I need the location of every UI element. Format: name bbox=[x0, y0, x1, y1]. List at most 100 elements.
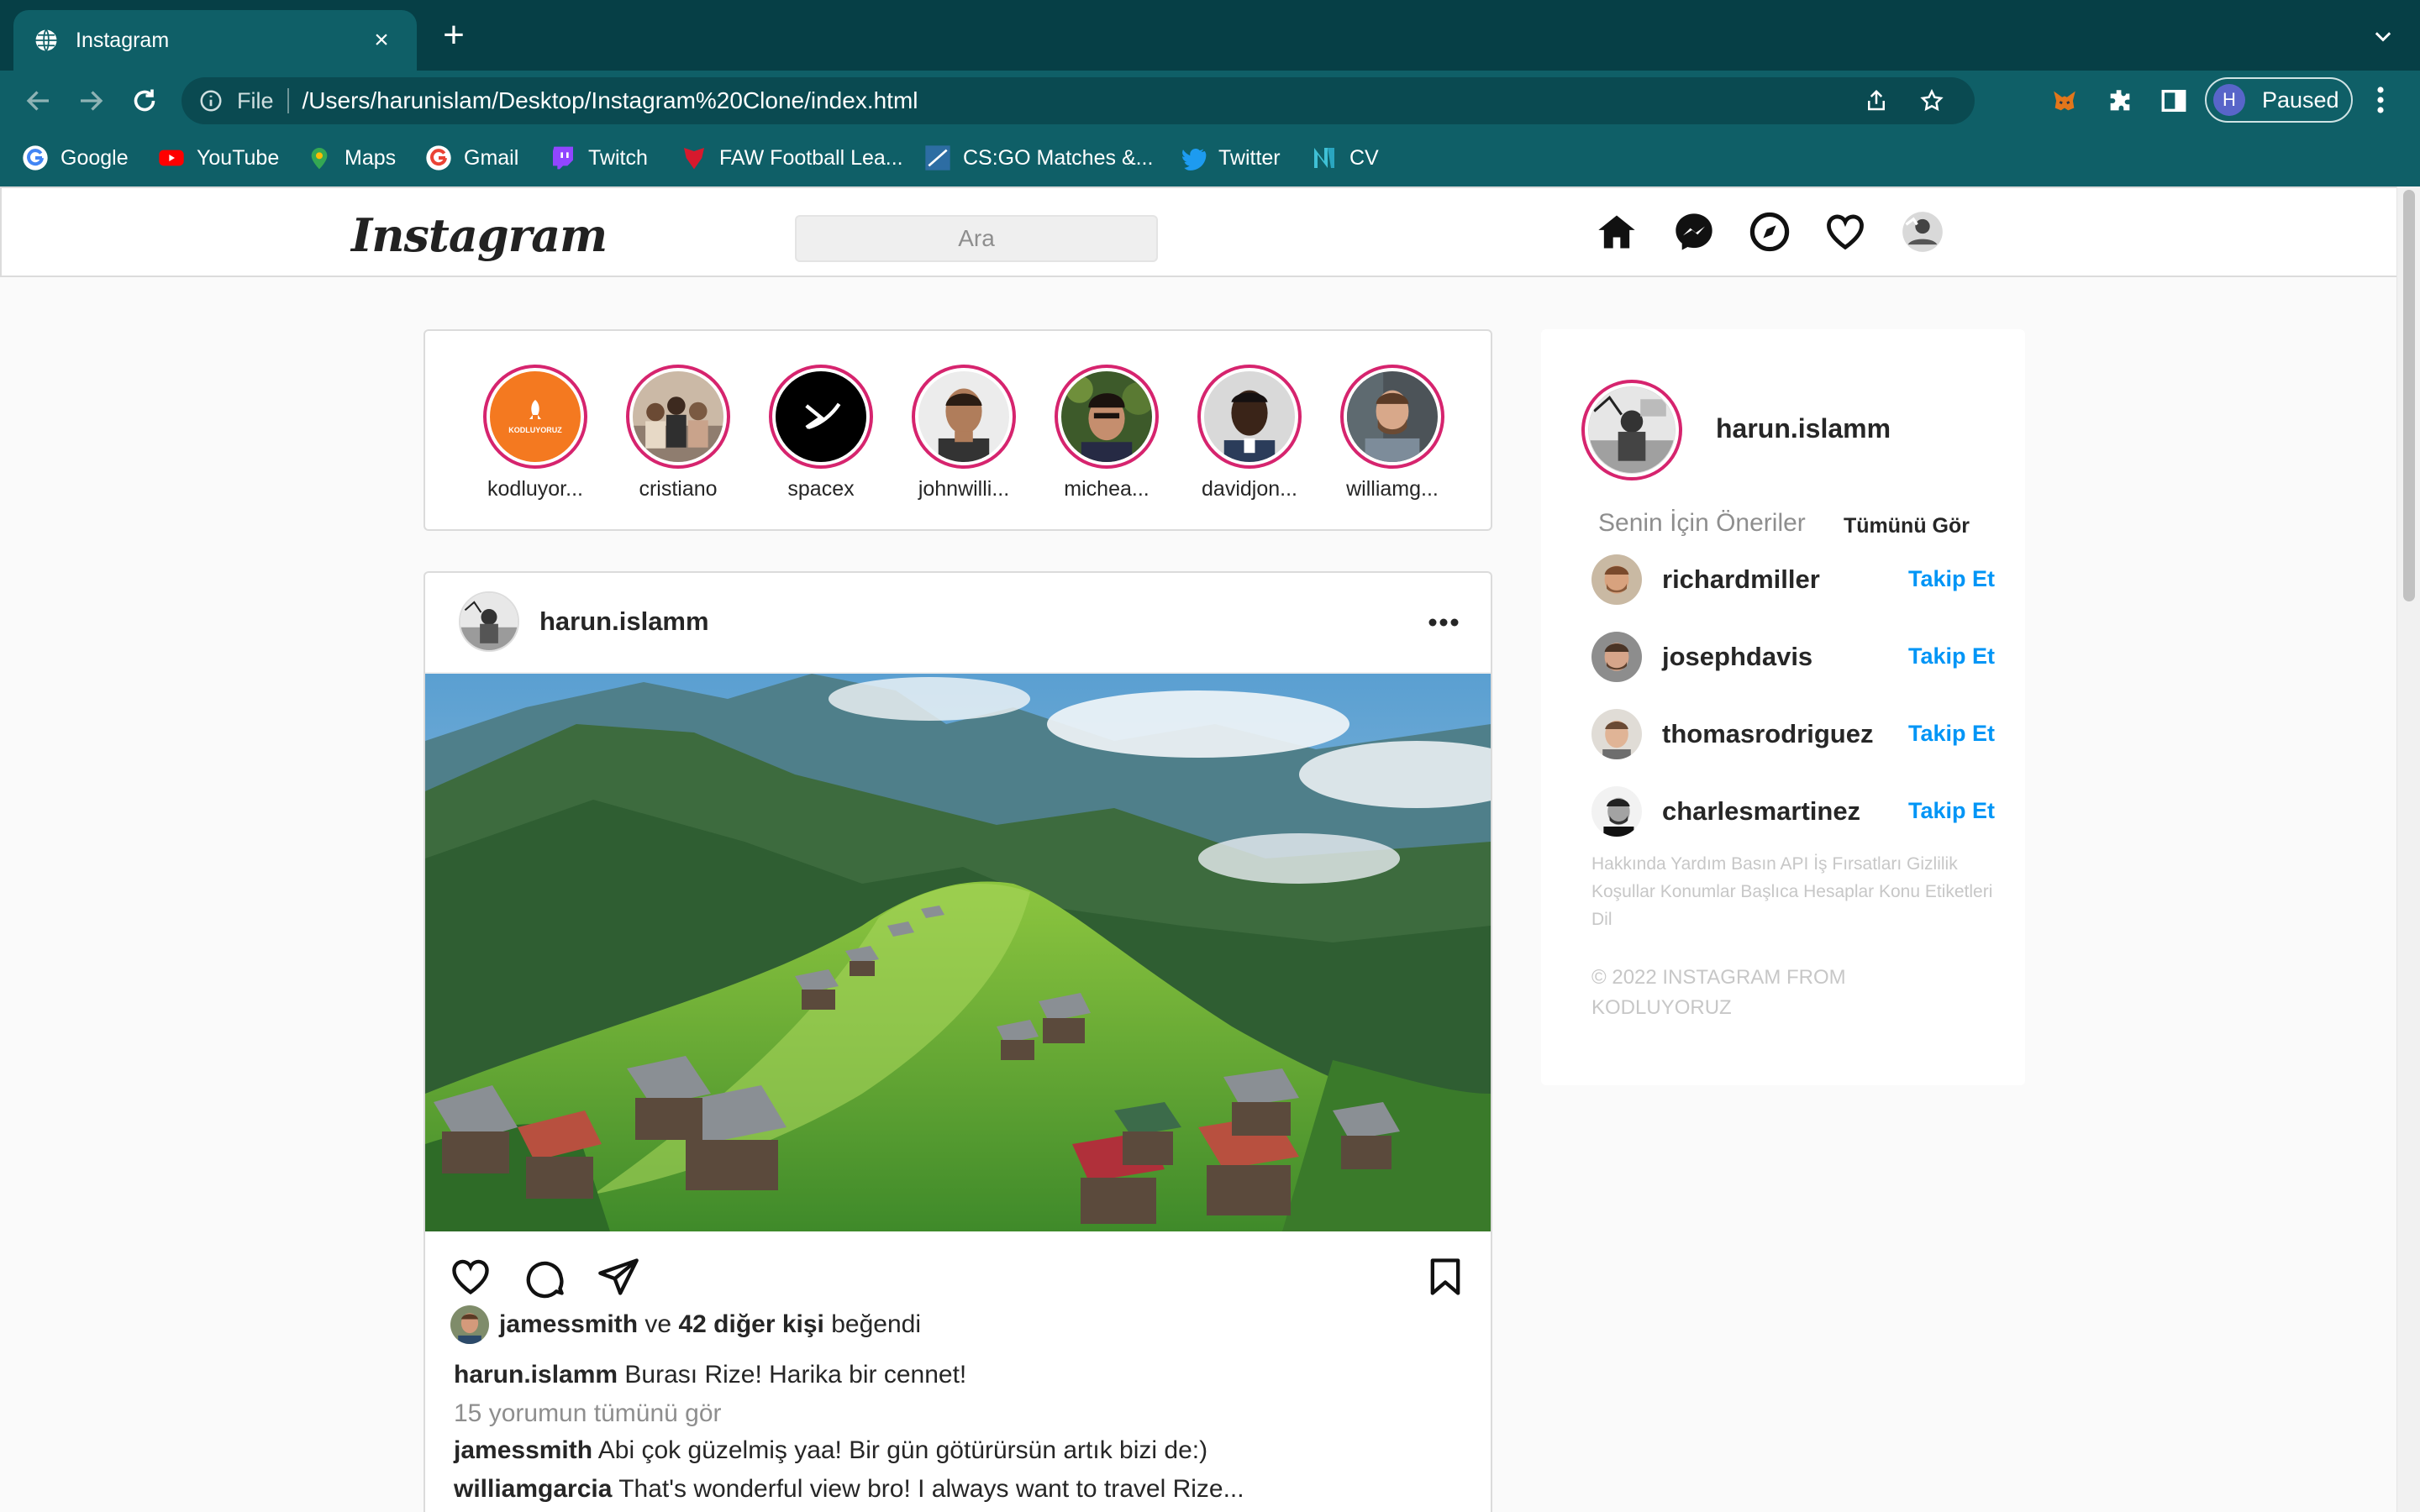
story-ring bbox=[1197, 365, 1302, 469]
bookmark-youtube[interactable]: YouTube bbox=[158, 143, 279, 173]
story-username: davidjon... bbox=[1202, 477, 1297, 501]
liker-username[interactable]: jamessmith bbox=[499, 1310, 638, 1339]
post-photo[interactable] bbox=[425, 674, 1491, 1231]
twitch-icon bbox=[553, 146, 573, 170]
side-panel-icon[interactable] bbox=[2160, 87, 2188, 115]
suggested-user-avatar[interactable] bbox=[1591, 632, 1642, 682]
home-icon[interactable] bbox=[1595, 210, 1639, 254]
suggested-username[interactable]: charlesmartinez bbox=[1662, 796, 1860, 827]
suggested-user-avatar[interactable] bbox=[1591, 786, 1642, 837]
current-username[interactable]: harun.islamm bbox=[1716, 413, 1891, 444]
follow-button[interactable]: Takip Et bbox=[1908, 643, 1995, 669]
bookmark-label: Gmail bbox=[464, 145, 519, 170]
liker-avatar[interactable] bbox=[450, 1305, 489, 1344]
extensions-puzzle-icon[interactable] bbox=[2106, 87, 2134, 115]
info-icon[interactable] bbox=[198, 88, 224, 113]
tab-close-button[interactable]: × bbox=[366, 26, 397, 55]
bookmark-label: YouTube bbox=[197, 145, 280, 170]
bookmark-label: Maps bbox=[345, 145, 397, 170]
view-all-comments-link[interactable]: 15 yorumun tümünü gör bbox=[454, 1399, 722, 1428]
story-ring bbox=[912, 365, 1016, 469]
heart-icon[interactable] bbox=[1823, 210, 1867, 254]
bookmark-google[interactable]: Google bbox=[22, 143, 129, 173]
globe-icon bbox=[35, 29, 57, 52]
suggested-username[interactable]: richardmiller bbox=[1662, 564, 1820, 595]
star-icon[interactable] bbox=[1919, 88, 1944, 113]
story-username: williamg... bbox=[1346, 477, 1439, 501]
story-username: spacex bbox=[787, 477, 855, 501]
current-user-avatar[interactable] bbox=[1581, 380, 1682, 480]
page-scrollbar[interactable] bbox=[2396, 186, 2420, 1512]
story-item[interactable]: cristiano bbox=[615, 365, 741, 501]
story-item[interactable]: spacex bbox=[758, 365, 884, 501]
messenger-icon[interactable] bbox=[1672, 210, 1716, 254]
new-tab-button[interactable]: + bbox=[437, 17, 471, 54]
copyright-text: © 2022 INSTAGRAM FROM KODLUYORUZ bbox=[1591, 966, 1846, 1019]
more-vertical-icon[interactable] bbox=[2375, 85, 2386, 115]
bookmark-csgo-matches[interactable]: CS:GO Matches &... bbox=[924, 143, 1153, 173]
caption-username[interactable]: harun.islamm bbox=[454, 1361, 618, 1389]
bookmark-faw-football[interactable]: FAW Football Lea... bbox=[681, 143, 903, 173]
bookmark-twitch[interactable]: Twitch bbox=[550, 143, 648, 173]
suggestion-row: josephdavis Takip Et bbox=[1591, 632, 1995, 685]
suggested-user-avatar[interactable] bbox=[1591, 554, 1642, 605]
footer-links[interactable]: Hakkında Yardım Basın API İş Fırsatları … bbox=[1591, 850, 1995, 933]
post-caption: harun.islamm Burası Rize! Harika bir cen… bbox=[454, 1361, 966, 1389]
story-item[interactable]: davidjon... bbox=[1186, 365, 1313, 501]
comment-bubble-icon[interactable] bbox=[523, 1255, 566, 1299]
comment-username[interactable]: jamessmith bbox=[454, 1436, 592, 1464]
back-arrow-icon[interactable] bbox=[24, 86, 54, 116]
bookmark-save-icon[interactable] bbox=[1423, 1255, 1467, 1299]
bookmark-maps[interactable]: Maps bbox=[306, 143, 396, 173]
url-scheme-label: File bbox=[237, 87, 274, 113]
like-heart-icon[interactable] bbox=[449, 1255, 492, 1299]
post-username[interactable]: harun.islamm bbox=[539, 606, 709, 637]
bookmark-twitter[interactable]: Twitter bbox=[1180, 143, 1281, 173]
follow-button[interactable]: Takip Et bbox=[1908, 721, 1995, 747]
bookmark-cv[interactable]: CV bbox=[1311, 143, 1379, 173]
post-author-avatar[interactable] bbox=[459, 591, 519, 652]
url-text[interactable]: /Users/harunislam/Desktop/Instagram%20Cl… bbox=[302, 87, 1864, 114]
browser-tab-strip: Instagram × + bbox=[0, 0, 2420, 71]
person-photo bbox=[918, 371, 1009, 466]
bookmark-gmail[interactable]: Gmail bbox=[425, 143, 518, 173]
story-ring bbox=[626, 365, 730, 469]
story-item[interactable]: michea... bbox=[1044, 365, 1170, 501]
youtube-icon bbox=[159, 150, 184, 166]
share-paper-plane-icon[interactable] bbox=[597, 1255, 640, 1299]
metamask-fox-icon[interactable] bbox=[2050, 87, 2079, 115]
share-icon[interactable] bbox=[1864, 88, 1889, 113]
rocket-icon bbox=[529, 400, 541, 419]
bookmark-label: Google bbox=[60, 145, 129, 170]
suggested-user-avatar[interactable] bbox=[1591, 709, 1642, 759]
comment-username[interactable]: williamgarcia bbox=[454, 1475, 612, 1503]
caption-text: Burası Rize! Harika bir cennet! bbox=[624, 1361, 967, 1389]
story-username: kodluyor... bbox=[487, 477, 583, 501]
stories-tray: KODLUYORUZ kodluyor... cristiano spacex … bbox=[424, 329, 1492, 531]
follow-button[interactable]: Takip Et bbox=[1908, 566, 1995, 592]
sidebar: harun.islamm Senin İçin Öneriler Tümünü … bbox=[1541, 329, 2025, 1085]
story-item[interactable]: williamg... bbox=[1329, 365, 1455, 501]
story-ring bbox=[1055, 365, 1159, 469]
suggested-username[interactable]: thomasrodriguez bbox=[1662, 719, 1873, 749]
likes-others-count[interactable]: 42 diğer kişi bbox=[678, 1310, 823, 1339]
address-bar[interactable]: File /Users/harunislam/Desktop/Instagram… bbox=[182, 77, 1975, 124]
follow-button[interactable]: Takip Et bbox=[1908, 798, 1995, 824]
explore-compass-icon[interactable] bbox=[1748, 210, 1791, 254]
suggested-username[interactable]: josephdavis bbox=[1662, 642, 1812, 672]
story-item[interactable]: KODLUYORUZ kodluyor... bbox=[472, 365, 598, 501]
chevron-down-icon[interactable] bbox=[2371, 25, 2395, 49]
profile-avatar-icon[interactable] bbox=[1901, 210, 1944, 254]
more-horizontal-icon[interactable] bbox=[1427, 617, 1460, 628]
instagram-header: Instagram Ara bbox=[0, 186, 2396, 277]
see-all-link[interactable]: Tümünü Gör bbox=[1844, 514, 1970, 538]
scrollbar-thumb[interactable] bbox=[2403, 190, 2415, 601]
instagram-logo[interactable]: Instagram bbox=[351, 208, 608, 262]
browser-tab-instagram[interactable]: Instagram × bbox=[13, 10, 417, 71]
story-item[interactable]: johnwilli... bbox=[901, 365, 1027, 501]
comment: williamgarcia That's wonderful view bro!… bbox=[454, 1475, 1244, 1504]
forward-arrow-icon[interactable] bbox=[76, 86, 106, 116]
profile-button[interactable]: H Paused bbox=[2205, 77, 2353, 123]
reload-icon[interactable] bbox=[129, 86, 160, 116]
search-input[interactable]: Ara bbox=[795, 215, 1158, 262]
